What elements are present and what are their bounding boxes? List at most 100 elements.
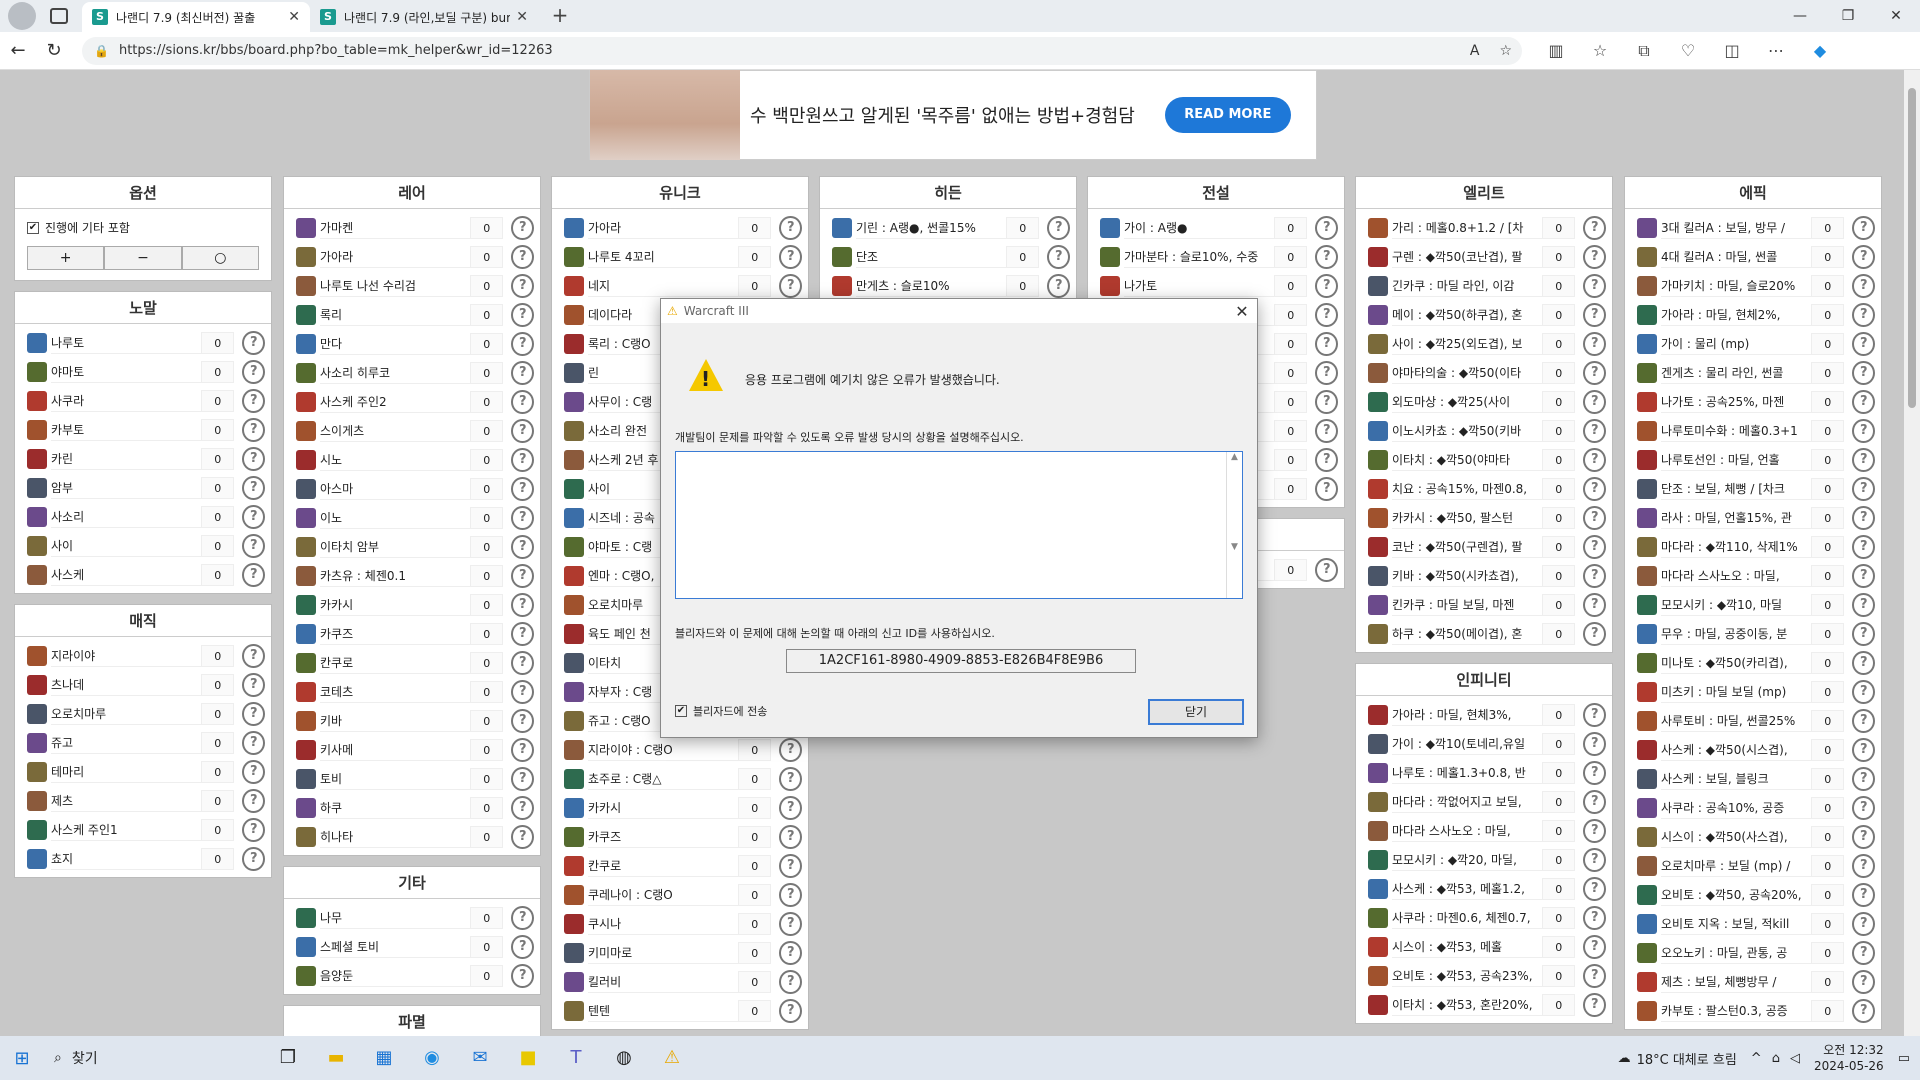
- item-count[interactable]: 0: [1542, 935, 1576, 958]
- help-icon[interactable]: ?: [1583, 847, 1606, 872]
- list-item[interactable]: 카부토 : 팔스턴0.3, 공증 0?: [1625, 996, 1881, 1025]
- list-item[interactable]: 시스이 : ◆깍53, 메홀 0?: [1356, 932, 1612, 961]
- item-count[interactable]: 0: [201, 360, 235, 383]
- item-count[interactable]: 0: [1542, 593, 1576, 616]
- close-window-icon[interactable]: ✕: [1872, 0, 1920, 32]
- list-item[interactable]: 코테츠 0?: [284, 677, 540, 706]
- list-item[interactable]: 무우 : 마딜, 공중이동, 분 0?: [1625, 619, 1881, 648]
- help-icon[interactable]: ?: [511, 360, 534, 385]
- list-item[interactable]: 카카시 : ◆깍50, 팔스턴 0?: [1356, 503, 1612, 532]
- item-count[interactable]: 0: [1811, 854, 1845, 877]
- list-item[interactable]: 사소리 0?: [15, 502, 271, 531]
- help-icon[interactable]: ?: [1583, 331, 1606, 356]
- item-count[interactable]: 0: [470, 964, 504, 987]
- item-count[interactable]: 0: [201, 476, 235, 499]
- checkbox-icon[interactable]: ✔: [675, 705, 687, 717]
- help-icon[interactable]: ?: [511, 766, 534, 791]
- help-icon[interactable]: ?: [1583, 534, 1606, 559]
- item-count[interactable]: 0: [738, 738, 772, 761]
- item-count[interactable]: 0: [1811, 970, 1845, 993]
- list-item[interactable]: 메이 : ◆깍50(하쿠겹), 혼 0?: [1356, 300, 1612, 329]
- help-icon[interactable]: ?: [1852, 273, 1875, 298]
- item-count[interactable]: 0: [1542, 274, 1576, 297]
- list-item[interactable]: 오로치마루 : 보딜 (mp) /0?: [1625, 851, 1881, 880]
- help-icon[interactable]: ?: [779, 273, 802, 298]
- help-icon[interactable]: ?: [1852, 940, 1875, 965]
- item-count[interactable]: 0: [1542, 761, 1576, 784]
- item-count[interactable]: 0: [1274, 419, 1308, 442]
- list-item[interactable]: 만게츠 : 슬로10% 0?: [820, 271, 1076, 300]
- description-textarea[interactable]: ▲ ▼: [675, 451, 1243, 599]
- help-icon[interactable]: ?: [1852, 650, 1875, 675]
- extension-icon[interactable]: ◫: [1710, 41, 1754, 61]
- help-icon[interactable]: ?: [242, 475, 265, 500]
- textarea-scrollbar[interactable]: ▲ ▼: [1226, 452, 1242, 598]
- help-icon[interactable]: ?: [1583, 215, 1606, 240]
- item-count[interactable]: 0: [1542, 732, 1576, 755]
- list-item[interactable]: 나가토 0?: [1088, 271, 1344, 300]
- list-item[interactable]: 이타치 : ◆깍50(야마타 0?: [1356, 445, 1612, 474]
- mail-icon[interactable]: ✉: [456, 1036, 504, 1080]
- list-item[interactable]: 카부토 0?: [15, 415, 271, 444]
- help-icon[interactable]: ?: [1583, 818, 1606, 843]
- tray-chevron-icon[interactable]: ^: [1751, 1051, 1762, 1066]
- help-icon[interactable]: ?: [242, 417, 265, 442]
- item-count[interactable]: 0: [1811, 941, 1845, 964]
- list-item[interactable]: 나루토 : 메홀1.3+0.8, 반 0?: [1356, 758, 1612, 787]
- list-item[interactable]: 암부 0?: [15, 473, 271, 502]
- item-count[interactable]: 0: [201, 389, 235, 412]
- help-icon[interactable]: ?: [1315, 215, 1338, 240]
- item-count[interactable]: 0: [1274, 558, 1308, 581]
- item-count[interactable]: 0: [1811, 564, 1845, 587]
- help-icon[interactable]: ?: [1852, 215, 1875, 240]
- item-count[interactable]: 0: [470, 906, 504, 929]
- close-button[interactable]: 닫기: [1148, 699, 1244, 725]
- checkbox-icon[interactable]: ✔: [27, 221, 39, 234]
- refresh-icon[interactable]: ↻: [36, 40, 72, 61]
- item-count[interactable]: 0: [1274, 477, 1308, 500]
- item-count[interactable]: 0: [470, 245, 504, 268]
- item-count[interactable]: 0: [1811, 680, 1845, 703]
- list-item[interactable]: 라사 : 마딜, 언홀15%, 관 0?: [1625, 503, 1881, 532]
- list-item[interactable]: 사이0?: [15, 531, 271, 560]
- help-icon[interactable]: ?: [511, 905, 534, 930]
- help-icon[interactable]: ?: [779, 795, 802, 820]
- list-item[interactable]: 사쿠라 0?: [15, 386, 271, 415]
- help-icon[interactable]: ?: [779, 969, 802, 994]
- item-count[interactable]: 0: [1811, 796, 1845, 819]
- list-item[interactable]: 야마토 0?: [15, 357, 271, 386]
- item-count[interactable]: 0: [470, 593, 504, 616]
- item-count[interactable]: 0: [470, 535, 504, 558]
- item-count[interactable]: 0: [201, 702, 235, 725]
- list-item[interactable]: 가이 : A랭● 0?: [1088, 213, 1344, 242]
- item-count[interactable]: 0: [470, 796, 504, 819]
- list-item[interactable]: 카카시 0?: [284, 590, 540, 619]
- list-item[interactable]: 네지 0?: [552, 271, 808, 300]
- list-item[interactable]: 만다 0?: [284, 329, 540, 358]
- list-item[interactable]: 가리 : 메홀0.8+1.2 / [차 0?: [1356, 213, 1612, 242]
- help-icon[interactable]: ?: [1583, 760, 1606, 785]
- item-count[interactable]: 0: [1542, 819, 1576, 842]
- lock-icon[interactable]: 🔒: [94, 44, 109, 58]
- item-count[interactable]: 0: [201, 447, 235, 470]
- help-icon[interactable]: ?: [511, 534, 534, 559]
- list-item[interactable]: 음양둔 0?: [284, 961, 540, 990]
- help-icon[interactable]: ?: [1583, 592, 1606, 617]
- help-icon[interactable]: ?: [779, 882, 802, 907]
- help-icon[interactable]: ?: [1583, 476, 1606, 501]
- list-item[interactable]: 나루토선인 : 마딜, 언홀 0?: [1625, 445, 1881, 474]
- send-to-blizzard-checkbox[interactable]: ✔ 블리자드에 전송: [675, 703, 767, 719]
- favorites-icon[interactable]: ☆: [1578, 41, 1622, 61]
- help-icon[interactable]: ?: [511, 592, 534, 617]
- item-count[interactable]: 0: [470, 564, 504, 587]
- help-icon[interactable]: ?: [1315, 273, 1338, 298]
- list-item[interactable]: 오비토 지옥 : 보딜, 적kill 0?: [1625, 909, 1881, 938]
- reset-button[interactable]: ○: [181, 246, 259, 270]
- help-icon[interactable]: ?: [1315, 389, 1338, 414]
- item-count[interactable]: 0: [470, 506, 504, 529]
- item-count[interactable]: 0: [201, 505, 235, 528]
- help-icon[interactable]: ?: [1852, 621, 1875, 646]
- item-count[interactable]: 0: [1542, 216, 1576, 239]
- list-item[interactable]: 카쿠즈 0?: [284, 619, 540, 648]
- item-count[interactable]: 0: [1542, 477, 1576, 500]
